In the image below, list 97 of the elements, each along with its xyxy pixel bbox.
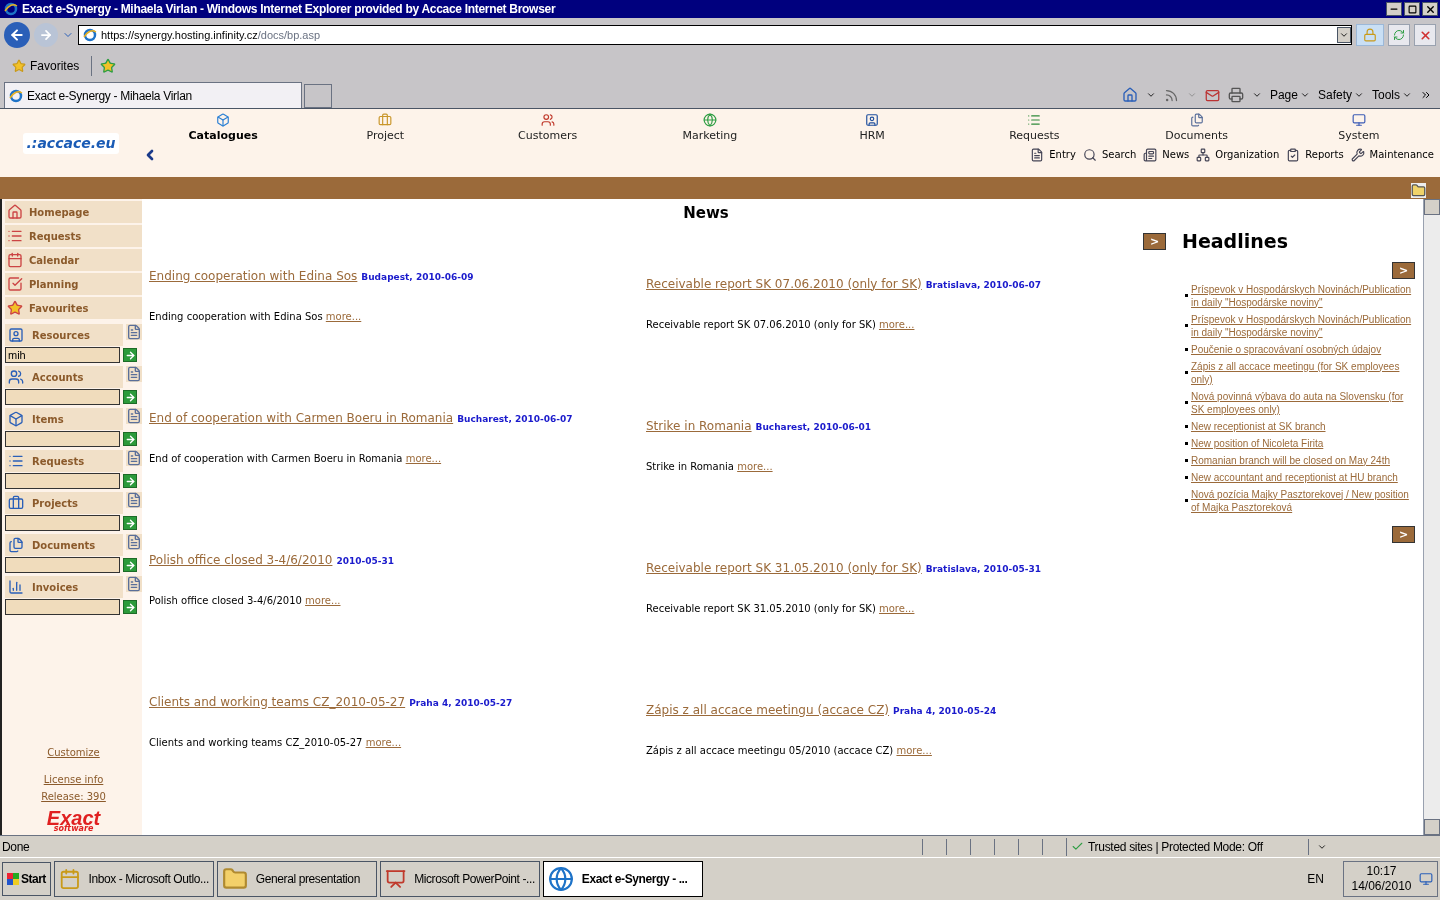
news-title-link[interactable]: End of cooperation with Carmen Boeru in Romania [149,408,454,427]
news-summary: Clients and working teams CZ_2010-05-27 [149,736,363,748]
news-summary: End of cooperation with Carmen Boeru in Romania [149,452,403,464]
expand-button[interactable]: > [1143,232,1166,250]
tab-title: Exact e-Synergy - Mihaela Virlan [27,87,192,105]
favorites-button[interactable]: Favorites [8,57,84,75]
news-summary: Strike in Romania [646,460,734,472]
news-location-date: Bratislava, 2010-05-31 [925,562,1042,576]
more-link[interactable]: more... [879,318,915,330]
sidebar-link[interactable]: Favourites [5,297,142,319]
news-title-link[interactable]: Zápis z all accace meetingu (accace CZ) [646,700,890,719]
sidebar-section-link[interactable]: Invoices [5,576,123,598]
module-tab[interactable]: Marketing [628,113,791,145]
browser-tab[interactable]: Exact e-Synergy - Mihaela Virlan [4,82,302,108]
more-link[interactable]: more... [365,736,402,748]
command-menu[interactable]: Page [1269,86,1310,104]
taskbar-button[interactable]: Inbox - Microsoft Outlo... [53,861,214,897]
sidebar-section-link[interactable]: Items [5,408,123,430]
clock-time: 10:17 [1366,864,1397,879]
subnav-link[interactable]: Entry [1030,147,1076,162]
command-menu[interactable]: Safety [1317,86,1364,104]
headline-link[interactable]: Nová pozícia Majky Pasztorekovej / New position of Majka Pasztoreková [1191,487,1415,514]
news-location-date: Bratislava, 2010-06-07 [925,278,1042,292]
clock-date: 14/06/2010 [1351,879,1412,894]
headline-link[interactable]: Príspevok v Hospodárskych Novinách/Publication in daily "Hospodárske noviny" [1191,312,1415,339]
address-field[interactable]: https://synergy.hosting.infinity.cz/docs/bp.asp [78,25,1352,45]
headline-link[interactable]: Romanian branch will be closed on May 24th [1191,453,1390,467]
accace-logo: .:accace.eu [22,132,120,154]
sidebar-section-link[interactable]: Accounts [5,366,123,388]
sidebar-link[interactable]: Planning [5,273,142,295]
sidebar-search-field[interactable]: mih [5,347,120,363]
taskbar-button[interactable]: General presentation [216,861,377,897]
subnav-link[interactable]: Search [1082,147,1137,162]
footer-link[interactable]: License info [43,772,104,787]
news-title-link[interactable]: Ending cooperation with Edina Sos [149,266,358,285]
subnav-link[interactable]: Reports [1286,147,1344,162]
headline-link[interactable]: New position of Nicoleta Firita [1191,436,1324,450]
module-tab[interactable]: Catalogues [142,113,305,145]
news-title-link[interactable]: Receivable report SK 31.05.2010 (only for SK) [646,558,922,577]
module-tab[interactable]: Requests [953,113,1116,145]
news-location-date: Praha 4, 2010-05-27 [409,696,513,710]
sidebar-link[interactable]: Homepage [5,201,142,223]
next-button[interactable]: > [1392,525,1415,543]
taskbar-button[interactable]: Exact e-Synergy - ... [542,861,703,897]
status-text: Done [1,838,31,856]
subnav-link[interactable]: News [1143,147,1190,162]
start-button[interactable]: Start [2,862,51,896]
news-heading: News [682,203,730,224]
module-tab[interactable]: HRM [791,113,954,145]
more-link[interactable]: more... [405,452,442,464]
headline-link[interactable]: New accountant and receptionist at HU branch [1191,470,1398,484]
news-title-link[interactable]: Polish office closed 3-4/6/2010 [149,550,333,569]
more-link[interactable]: more... [896,744,932,756]
news-location-date: Bucharest, 2010-06-07 [457,412,573,426]
news-location-date: Budapest, 2010-06-09 [361,270,474,284]
news-summary: Ending cooperation with Edina Sos [149,310,323,322]
news-title-link[interactable]: Receivable report SK 07.06.2010 (only for SK) [646,274,922,293]
news-summary: Zápis z all accace meetingu 05/2010 (accace CZ) [646,744,894,756]
more-link[interactable]: more... [325,310,362,322]
more-link[interactable]: more... [305,594,341,606]
news-title-link[interactable]: Strike in Romania [646,416,752,435]
more-link[interactable]: more... [879,602,915,614]
sidebar-section-link[interactable]: Documents [5,534,123,556]
headline-link[interactable]: Zápis z all accace meetingu (for SK employees only) [1191,359,1415,386]
news-summary: Polish office closed 3-4/6/2010 [149,594,302,606]
security-zone: Trusted sites | Protected Mode: Off [1088,838,1263,856]
taskbar-button[interactable]: Microsoft PowerPoint -... [379,861,540,897]
footer-link[interactable]: Release: 390 [41,789,106,804]
sidebar-link[interactable]: Requests [5,225,142,247]
more-link[interactable]: more... [737,460,773,472]
module-tab[interactable]: Documents [1115,113,1278,145]
subnav-link[interactable]: Maintenance [1350,147,1434,162]
news-location-date: 2010-05-31 [336,554,394,568]
footer-link[interactable]: Customize [47,745,100,760]
news-location-date: Bucharest, 2010-06-01 [755,420,871,434]
sidebar-link[interactable]: Calendar [5,249,142,271]
headline-link[interactable]: Nová povinná výbava do auta na Slovensku (for SK employees only) [1191,389,1415,416]
address-url: https://synergy.hosting.infinity.cz/docs/bp.asp [101,27,321,43]
window-title: Exact e-Synergy - Mihaela Virlan - Windows Internet Explorer provided by Accace Internet Browser [22,1,556,18]
command-menu[interactable]: Tools [1372,86,1412,104]
news-summary: Receivable report SK 31.05.2010 (only for SK) [646,602,876,614]
module-tab[interactable]: Project [304,113,467,145]
sidebar-section-link[interactable]: Projects [5,492,123,514]
headline-link[interactable]: Poučenie o spracovávaní osobných údajov [1191,342,1382,356]
headline-link[interactable]: New receptionist at SK branch [1191,419,1326,433]
subnav-link[interactable]: Organization [1196,147,1280,162]
news-location-date: Praha 4, 2010-05-24 [893,704,997,718]
sidebar-section-link[interactable]: Requests [5,450,123,472]
next-button[interactable]: > [1392,261,1415,279]
language-indicator[interactable]: EN [1307,870,1340,888]
headlines-heading: Headlines [1182,229,1288,254]
headline-link[interactable]: Príspevok v Hospodárskych Novinách/Publication in daily "Hospodárske noviny" [1191,282,1415,309]
module-tab[interactable]: Customers [466,113,629,145]
module-tab[interactable]: System [1277,113,1440,145]
news-summary: Receivable report SK 07.06.2010 (only for SK) [646,318,876,330]
news-title-link[interactable]: Clients and working teams CZ_2010-05-27 [149,692,406,711]
sidebar-section-link[interactable]: Resources [5,324,123,346]
